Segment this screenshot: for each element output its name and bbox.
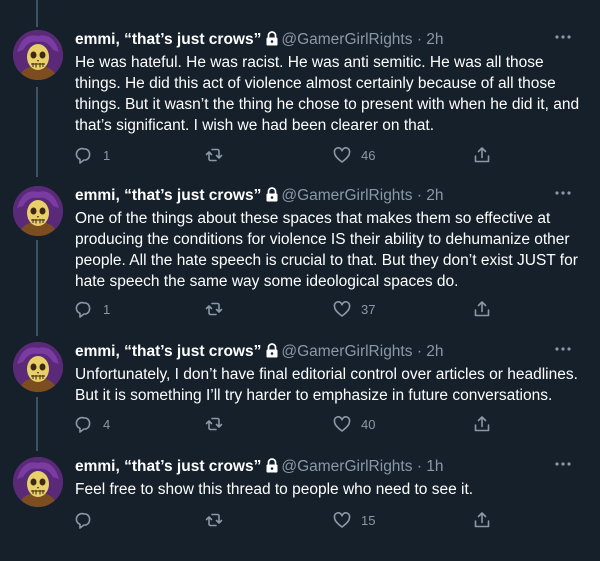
more-icon[interactable] [553,188,573,198]
previous-tweet-actions [0,0,600,10]
retweet-icon [205,513,223,527]
avatar[interactable] [13,457,63,507]
like-button[interactable]: 15 [333,510,375,530]
tweet-timestamp[interactable]: 2h [426,187,443,204]
like-count: 37 [361,301,376,317]
thread-line [36,397,38,451]
share-button[interactable] [473,145,491,165]
tweet-header: emmi, “that’s just crows” @GamerGirlRight… [75,186,444,206]
share-icon [474,147,490,163]
retweet-button[interactable] [205,414,233,434]
retweet-icon[interactable] [126,0,140,6]
tweet-text: One of the things about these spaces tha… [75,210,578,290]
tweet-text: Unfortunately, I don’t have final editor… [75,366,578,404]
avatar[interactable] [13,186,63,236]
lock-icon [266,31,278,46]
like-button[interactable]: 37 [333,299,375,319]
tweet-timestamp[interactable]: 1h [426,458,443,475]
reply-count: 4 [103,416,111,432]
author-handle[interactable]: @GamerGirlRights [281,31,412,48]
tweet-actions: 4 40 [75,414,515,434]
tweet-actions: 15 [75,510,515,530]
lock-icon [266,458,278,473]
retweet-button[interactable] [205,510,233,530]
share-button[interactable] [473,299,491,319]
like-button[interactable]: 46 [333,145,375,165]
reply-icon [75,147,91,164]
lock-icon [266,187,278,202]
reply-icon [75,301,91,318]
separator-dot: · [416,343,422,360]
tweet-text: Feel free to show this thread to people … [75,481,474,498]
author-name[interactable]: emmi, “that’s just crows” [75,31,261,48]
thread-line [36,0,38,27]
heart-icon [333,147,351,163]
tweet-timestamp[interactable]: 2h [426,343,443,360]
reply-icon [75,512,91,529]
heart-icon [333,301,351,317]
reply-button[interactable] [75,510,103,530]
thread-line [36,240,38,336]
reply-button[interactable]: 4 [75,414,110,434]
author-handle[interactable]: @GamerGirlRights [281,187,412,204]
author-name[interactable]: emmi, “that’s just crows” [75,343,261,360]
retweet-icon [205,417,223,431]
separator-dot: · [416,31,422,48]
avatar[interactable] [13,342,63,392]
tweet-timestamp[interactable]: 2h [426,31,443,48]
more-icon[interactable] [553,32,573,42]
share-button[interactable] [473,510,491,530]
avatar[interactable] [13,30,63,80]
tweet-actions: 1 46 [75,145,515,165]
more-icon[interactable] [553,459,573,469]
reply-count: 1 [103,301,111,317]
lock-icon [266,343,278,358]
share-icon [474,512,490,528]
author-name[interactable]: emmi, “that’s just crows” [75,458,261,475]
share-icon[interactable] [478,0,492,6]
like-count: 40 [361,416,376,432]
share-icon [474,301,490,317]
retweet-button[interactable] [205,145,233,165]
heart-icon [333,512,351,528]
author-name[interactable]: emmi, “that’s just crows” [75,187,261,204]
author-handle[interactable]: @GamerGirlRights [281,343,412,360]
retweet-icon [205,302,223,316]
tweet-header: emmi, “that’s just crows” @GamerGirlRight… [75,342,444,362]
like-count: 15 [361,512,376,528]
like-count: 46 [361,147,376,163]
reply-count: 1 [103,147,111,163]
separator-dot: · [416,187,422,204]
tweet-header: emmi, “that’s just crows” @GamerGirlRight… [75,30,444,50]
thread-line [36,87,38,177]
share-button[interactable] [473,414,491,434]
like-button[interactable]: 40 [333,414,375,434]
heart-icon [333,416,351,432]
share-icon [474,416,490,432]
author-handle[interactable]: @GamerGirlRights [281,458,412,475]
reply-icon [75,416,91,433]
separator-dot: · [416,458,422,475]
reply-button[interactable]: 1 [75,145,110,165]
tweet-actions: 1 37 [75,299,515,319]
more-icon[interactable] [553,344,573,354]
tweet-header: emmi, “that’s just crows” @GamerGirlRight… [75,457,444,477]
reply-button[interactable]: 1 [75,299,110,319]
retweet-button[interactable] [205,299,233,319]
retweet-icon [205,148,223,162]
tweet-text: He was hateful. He was racist. He was an… [75,54,580,134]
